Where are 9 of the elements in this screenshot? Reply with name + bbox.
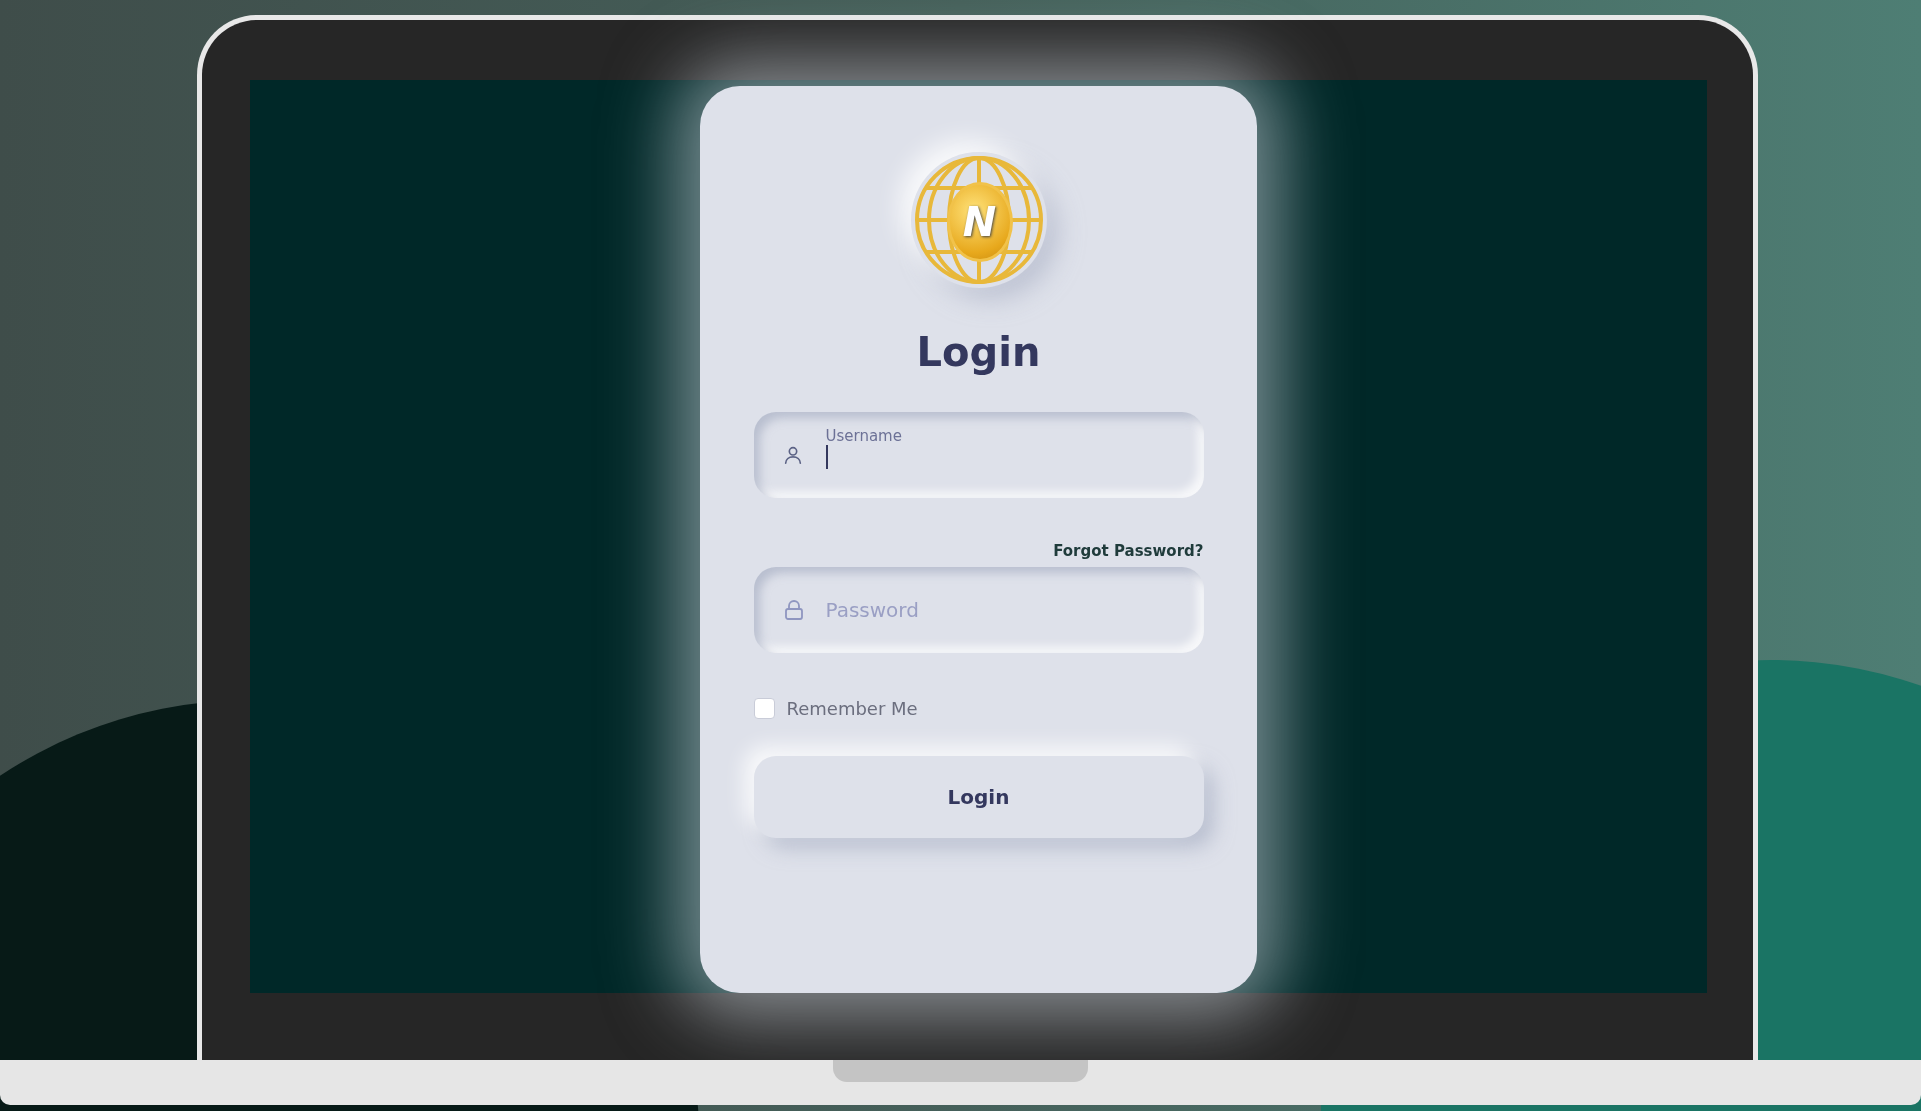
remember-checkbox[interactable] [753,697,775,719]
coin-logo: N [946,182,1013,262]
login-button[interactable]: Login [753,755,1204,838]
username-field[interactable]: Username [753,412,1204,498]
login-title: Login [916,328,1041,376]
remember-me-label: Remember Me [786,696,918,721]
password-field[interactable]: Password [753,566,1204,653]
username-label: Username [825,427,902,445]
forgot-password-link[interactable]: Forgot Password? [1053,540,1204,563]
